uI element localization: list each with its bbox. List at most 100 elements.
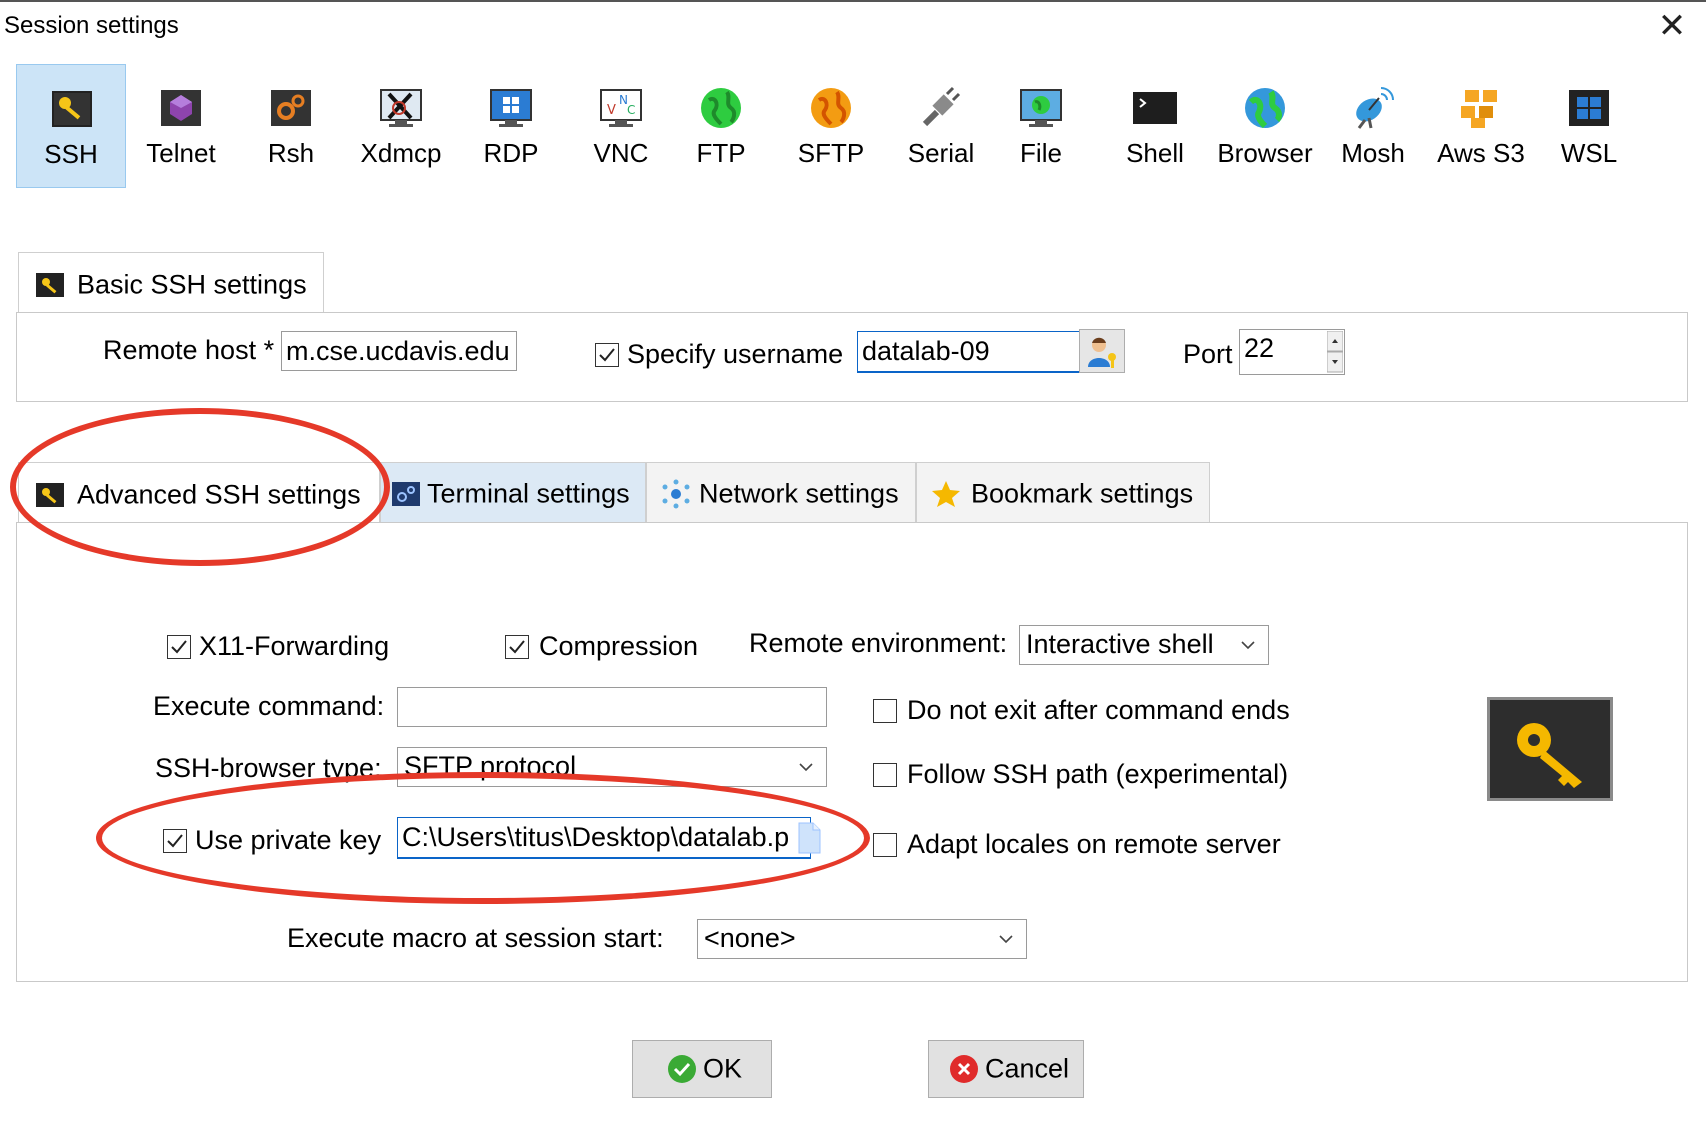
checkmark-icon — [599, 348, 615, 362]
protocol-ssh[interactable]: SSH — [16, 64, 126, 188]
x11-forwarding-checkbox[interactable] — [167, 635, 191, 659]
svg-text:C: C — [627, 103, 635, 117]
protocol-label: Xdmcp — [360, 138, 442, 168]
protocol-vnc[interactable]: VNC VNC — [566, 64, 676, 188]
browse-key-file-button[interactable] — [795, 821, 823, 855]
protocol-label: VNC — [593, 138, 649, 168]
use-private-key-label: Use private key — [195, 825, 382, 855]
adapt-locales-checkbox[interactable] — [873, 833, 897, 857]
tab-terminal-settings[interactable]: Terminal settings — [380, 462, 646, 526]
protocol-label: Mosh — [1341, 138, 1405, 168]
ssh-browser-type-label: SSH-browser type: — [155, 753, 382, 783]
port-label: Port — [1183, 339, 1233, 369]
protocol-telnet[interactable]: Telnet — [126, 64, 236, 188]
remote-environment-value: Interactive shell — [1026, 628, 1214, 659]
ssh-key-badge — [1487, 697, 1613, 801]
tab-label: Terminal settings — [427, 478, 630, 509]
protocol-label: Shell — [1126, 138, 1184, 168]
compression-label: Compression — [539, 631, 699, 661]
protocol-rdp[interactable]: RDP — [456, 64, 566, 188]
protocol-label: Serial — [907, 138, 975, 168]
protocol-label: Aws S3 — [1437, 138, 1525, 168]
protocol-label: Telnet — [146, 138, 216, 168]
tab-network-settings[interactable]: Network settings — [646, 462, 916, 526]
close-button[interactable]: ✕ — [1650, 6, 1694, 46]
protocol-label: Browser — [1217, 138, 1313, 168]
sftp-globe-icon — [811, 88, 851, 128]
window-title: Session settings — [4, 12, 179, 39]
protocol-browser[interactable]: Browser — [1210, 64, 1320, 188]
cancel-button[interactable]: Cancel — [928, 1040, 1084, 1098]
tab-basic-ssh-settings[interactable]: Basic SSH settings — [18, 252, 324, 316]
protocol-shell[interactable]: Shell — [1100, 64, 1210, 188]
ok-button[interactable]: OK — [632, 1040, 772, 1098]
basic-settings-panel: Remote host * m.cse.ucdavis.edu Specify … — [16, 312, 1688, 402]
protocol-mosh[interactable]: Mosh — [1318, 64, 1428, 188]
remote-environment-select[interactable]: Interactive shell — [1019, 625, 1269, 665]
tab-bookmark-settings[interactable]: Bookmark settings — [916, 462, 1210, 526]
remote-host-input[interactable]: m.cse.ucdavis.edu — [281, 331, 517, 371]
protocol-aws-s3[interactable]: Aws S3 — [1426, 64, 1536, 188]
do-not-exit-checkbox[interactable] — [873, 699, 897, 723]
execute-macro-select[interactable]: <none> — [697, 919, 1027, 959]
follow-ssh-path-label: Follow SSH path (experimental) — [907, 759, 1289, 789]
chevron-down-icon — [999, 935, 1013, 944]
execute-command-input[interactable] — [397, 687, 827, 727]
checkmark-icon — [171, 640, 187, 654]
rsh-gears-icon — [271, 90, 311, 126]
follow-ssh-path-checkbox[interactable] — [873, 763, 897, 787]
protocol-ftp[interactable]: FTP — [666, 64, 776, 188]
ftp-globe-icon — [701, 88, 741, 128]
tab-label: Advanced SSH settings — [77, 479, 361, 509]
chevron-down-icon — [799, 763, 813, 772]
checkmark-icon — [167, 834, 183, 848]
tab-label: Bookmark settings — [971, 478, 1194, 509]
x11-forwarding-label: X11-Forwarding — [199, 631, 390, 661]
svg-text:V: V — [607, 103, 616, 118]
ssh-browser-type-select[interactable]: SFTP protocol — [397, 747, 827, 787]
serial-plug-icon — [922, 86, 961, 127]
protocol-label: FTP — [696, 138, 746, 168]
key-icon — [36, 272, 64, 297]
protocol-label: File — [1020, 138, 1062, 168]
use-private-key-checkbox[interactable] — [163, 829, 187, 853]
rdp-monitor-icon — [490, 89, 532, 127]
compression-checkbox[interactable] — [505, 635, 529, 659]
ssh-browser-type-value: SFTP protocol — [404, 750, 577, 781]
tab-advanced-ssh-settings[interactable]: Advanced SSH settings — [18, 462, 380, 526]
telnet-gem-icon — [161, 90, 201, 126]
protocol-sftp[interactable]: SFTP — [776, 64, 886, 188]
star-icon — [932, 481, 960, 507]
wsl-windows-icon — [1569, 90, 1609, 126]
username-input[interactable]: datalab-09 — [857, 331, 1083, 373]
protocol-rsh[interactable]: Rsh — [236, 64, 346, 188]
ssh-key-icon — [52, 91, 92, 127]
protocol-xdmcp[interactable]: Xdmcp — [346, 64, 456, 188]
protocol-label: SSH — [44, 139, 98, 169]
advanced-settings-panel: X11-Forwarding Compression Remote enviro… — [16, 522, 1688, 982]
protocol-wsl[interactable]: WSL — [1534, 64, 1644, 188]
specify-username-label: Specify username — [627, 339, 844, 369]
chevron-down-icon — [1241, 641, 1255, 650]
aws-s3-cubes-icon — [1461, 90, 1497, 128]
cancel-label: Cancel — [985, 1053, 1070, 1084]
user-picker-button[interactable] — [1079, 329, 1125, 373]
private-key-path-input[interactable]: C:\Users\titus\Desktop\datalab.p — [397, 817, 811, 859]
large-key-icon — [1517, 723, 1582, 788]
execute-macro-label: Execute macro at session start: — [287, 923, 664, 953]
xdmcp-x-icon — [380, 89, 422, 127]
port-spinner[interactable] — [1326, 330, 1344, 373]
protocol-serial[interactable]: Serial — [886, 64, 996, 188]
tab-label: Network settings — [699, 478, 899, 509]
file-monitor-icon — [1020, 89, 1062, 127]
tab-label: Basic SSH settings — [77, 269, 307, 299]
remote-host-label: Remote host * — [103, 335, 275, 365]
key-icon — [36, 482, 64, 507]
check-circle-icon — [668, 1055, 696, 1083]
vnc-monitor-icon: VNC — [600, 89, 642, 127]
protocol-file[interactable]: File — [986, 64, 1096, 188]
protocol-label: RDP — [483, 138, 539, 168]
network-dots-icon — [662, 479, 690, 509]
specify-username-checkbox[interactable] — [595, 343, 619, 367]
file-icon — [798, 822, 821, 854]
